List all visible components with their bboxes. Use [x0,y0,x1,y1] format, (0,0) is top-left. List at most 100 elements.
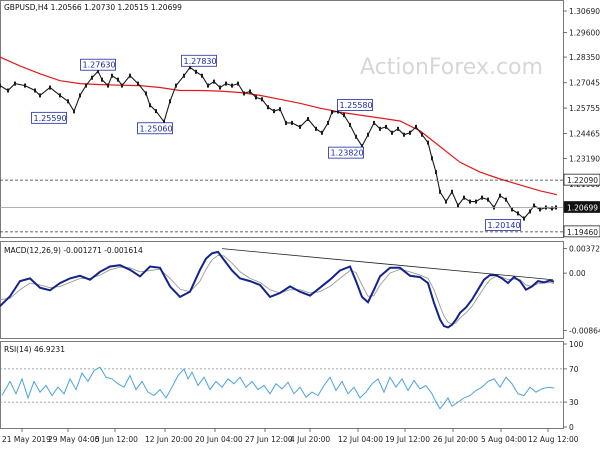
price-y-tick-label: 1.24465 [569,129,600,138]
price-candle [529,209,531,214]
price-candle [231,83,233,88]
x-tick-label: 12 Jun 20:00 [145,435,193,444]
price-candle [373,120,375,125]
price-candle [111,73,113,78]
price-pane [0,0,564,238]
price-candle [137,81,139,86]
price-candle [7,88,9,93]
macd-signal-line [0,254,555,325]
price-candle [343,113,345,118]
macd-line [0,250,555,329]
price-candle [107,83,109,88]
price-level-label: 1.22090 [567,176,598,185]
price-candle [267,105,269,110]
x-tick-label: 21 May 2019 [2,435,51,444]
price-header: GBPUSD,H4 1.20566 1.20730 1.20515 1.2069… [4,3,182,12]
price-candle [469,199,471,204]
price-candle [551,206,553,211]
chart-canvas: ActionForex.com GBPUSD,H4 1.20566 1.2073… [0,0,600,450]
price-candle [195,69,197,74]
price-candle [0,83,1,88]
rsi-header: RSI(14) 46.9231 [4,345,65,354]
price-candle [39,93,41,98]
price-candle [169,99,171,104]
price-level-label: 1.20699 [567,204,598,213]
price-candle [219,85,221,90]
price-candle [101,77,103,82]
macd-pane [0,241,564,339]
price-candle [409,130,411,135]
price-candle [327,120,329,125]
price-candle [129,73,131,78]
price-candle [24,83,26,88]
price-candle [457,203,459,208]
price-annotation-label: 1.23820 [331,149,364,158]
price-candle [367,132,369,137]
price-candle [67,99,69,104]
price-candle [397,126,399,131]
watermark: ActionForex.com [360,55,543,80]
price-candle [385,124,387,129]
price-candle [49,85,51,90]
rsi-line [1,366,555,410]
price-candle [73,109,75,114]
macd-layer [0,248,555,329]
price-y-tick-label: 1.29600 [569,28,600,37]
price-candle [183,73,185,78]
price-level-label: 1.19460 [567,228,598,237]
x-tick-label: 29 May 04:00 [48,435,100,444]
price-candle [505,197,507,202]
price-candle [511,207,513,212]
chart-svg: ActionForex.com GBPUSD,H4 1.20566 1.2073… [0,0,600,444]
price-candle [451,189,453,194]
price-candle [435,170,437,175]
price-candle [391,130,393,135]
rsi-y-tick-label: 100 [569,340,584,349]
x-tick-label: 5 Jun 12:00 [95,435,138,444]
price-candle [299,124,301,129]
price-candle [201,73,203,78]
macd-y-tick-label: 0.003722 [569,244,600,253]
price-candle [249,89,251,94]
x-tick-label: 5 Aug 04:00 [481,435,527,444]
price-candle [463,195,465,200]
price-candle [145,91,147,96]
price-candle [91,75,93,80]
price-candle [285,120,287,125]
x-tick-label: 12 Jul 04:00 [338,435,383,444]
price-candle [487,197,489,202]
price-candle [79,93,81,98]
price-candle [427,140,429,145]
price-candle [225,81,227,86]
price-y-tick-label: 1.23190 [569,155,600,164]
price-candle [291,120,293,125]
price-candle [307,117,309,121]
price-candle [439,189,441,194]
price-annotation-label: 1.25060 [140,124,173,133]
price-candle [421,132,423,137]
price-annotation-label: 1.27830 [184,57,217,66]
price-y-tick-label: 1.27045 [569,79,600,88]
price-candle [331,110,333,115]
price-annotation-label: 1.25590 [34,114,67,123]
price-y-tick-label: 1.30690 [569,7,600,16]
rsi-y-tick-label: 0 [569,423,574,432]
rsi-layer [0,366,563,410]
macd-header: MACD(12,26,9) -0.001271 -0.001614 [4,246,143,255]
price-candle [34,88,36,93]
price-annotation-label: 1.27630 [83,61,116,70]
macd-y-tick-label: 0.00 [569,269,586,278]
price-candle [243,91,245,96]
price-candle [403,132,405,137]
price-annotation-label: 1.20140 [488,221,521,230]
price-candle [14,81,16,86]
price-candle [237,81,239,86]
price-candle [481,195,483,200]
x-tick-label: 12 Aug 12:00 [528,435,579,444]
price-candle [445,199,447,204]
x-tick-label: 26 Jul 20:00 [433,435,478,444]
macd-y-tick-label: -0.008643 [569,326,600,335]
price-candle [213,79,215,84]
price-layer: 1.27630 1.25590 1.27830 1.25060 1.25580 1.238… [0,54,563,233]
price-candle [431,156,433,161]
